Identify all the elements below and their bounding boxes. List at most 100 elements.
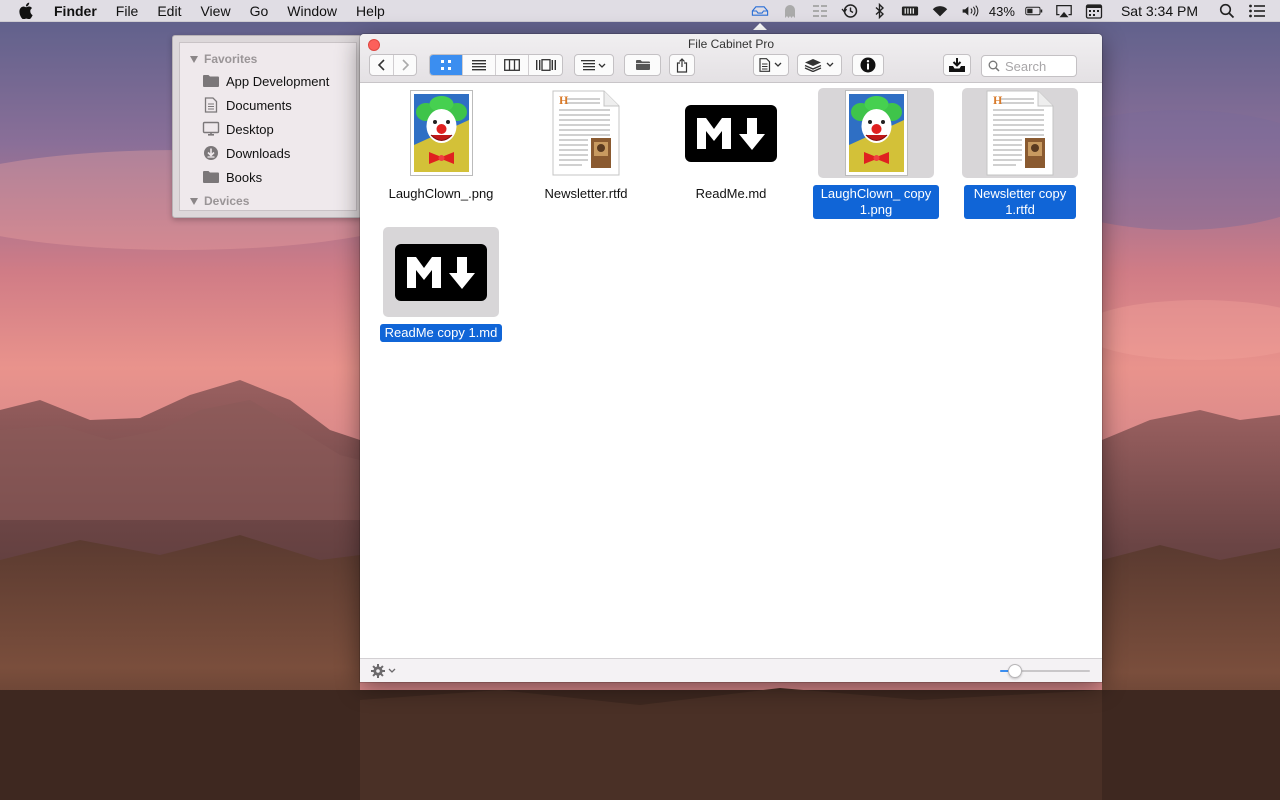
column-view-button[interactable]	[496, 55, 529, 75]
menu-go[interactable]: Go	[250, 0, 269, 22]
calendar-icon[interactable]	[1085, 3, 1103, 19]
menu-edit[interactable]: Edit	[157, 0, 181, 22]
gear-icon	[371, 664, 396, 678]
sidebar-section-title: Favorites	[204, 52, 258, 66]
layers-icon	[804, 59, 833, 72]
search-field[interactable]	[981, 55, 1077, 77]
cover-flow-icon	[535, 59, 556, 71]
list-icon[interactable]	[811, 3, 829, 19]
sidebar-item-documents[interactable]: Documents	[202, 94, 292, 116]
file-name-label: ReadMe.md	[695, 186, 767, 201]
rtfd-document-icon: H	[552, 90, 620, 179]
arrange-menu-button[interactable]	[574, 54, 614, 76]
disclosure-triangle-icon[interactable]	[190, 55, 198, 63]
sidebar-section-devices[interactable]: Devices	[190, 192, 249, 210]
file-name-label: LaughClown_.png	[388, 186, 494, 201]
list-view-button[interactable]	[463, 55, 496, 75]
info-icon	[860, 57, 876, 73]
layers-menu-button[interactable]	[797, 54, 842, 76]
new-folder-button[interactable]	[624, 54, 661, 76]
back-button[interactable]	[370, 55, 394, 75]
sidebar-item-label: App Development	[226, 73, 330, 89]
volume-icon[interactable]	[961, 3, 979, 19]
downloads-icon	[202, 145, 220, 161]
columns-icon	[504, 59, 520, 71]
share-icon	[676, 57, 688, 73]
battery-percentage: 43%	[988, 3, 1015, 19]
action-menu-button[interactable]	[370, 663, 398, 679]
menu-file[interactable]: File	[116, 0, 139, 22]
icon-view-button[interactable]	[430, 55, 463, 75]
window-status-bar	[360, 658, 1102, 682]
import-button[interactable]	[943, 54, 971, 76]
airplay-icon[interactable]	[1055, 3, 1073, 19]
chevron-right-icon	[402, 59, 410, 71]
spotlight-icon[interactable]	[1218, 3, 1236, 19]
memory-icon[interactable]	[901, 3, 919, 19]
file-icon-grid: LaughClown_.png H Newsletter.rtfd ReadMe…	[360, 84, 1102, 658]
sidebar-section-title: Devices	[204, 194, 250, 208]
window-title: File Cabinet Pro	[687, 37, 775, 51]
sidebar-item-desktop[interactable]: Desktop	[202, 118, 274, 140]
svg-text:H: H	[993, 93, 1003, 107]
battery-icon[interactable]	[1025, 3, 1043, 19]
menu-bar: Finder File Edit View Go Window Help 43%	[0, 0, 1280, 30]
menu-help[interactable]: Help	[356, 0, 385, 22]
sidebar-item-downloads[interactable]: Downloads	[202, 142, 290, 164]
menu-window[interactable]: Window	[287, 0, 337, 22]
file-name-label: LaughClown_ copy 1.png	[806, 185, 946, 219]
search-input[interactable]	[1005, 58, 1071, 74]
get-info-button[interactable]	[852, 54, 884, 76]
time-machine-icon[interactable]	[841, 3, 859, 19]
menu-clock[interactable]: Sat 3:34 PM	[1121, 3, 1198, 19]
sidebar-item-label: Desktop	[226, 121, 274, 137]
markdown-icon	[395, 244, 487, 304]
sidebar-section-favorites[interactable]: Favorites	[190, 50, 257, 68]
notification-center-icon[interactable]	[1248, 3, 1266, 19]
slider-knob[interactable]	[1008, 664, 1023, 678]
apple-menu-icon[interactable]	[18, 2, 36, 19]
clown-image-icon	[845, 90, 908, 179]
file-name-label: ReadMe copy 1.md	[371, 324, 511, 342]
file-name-label: Newsletter copy 1.rtfd	[950, 185, 1090, 219]
sidebar-item-app-development[interactable]: App Development	[202, 70, 329, 92]
folder-icon	[202, 169, 220, 185]
sidebar-item-label: Books	[226, 169, 263, 185]
forward-button[interactable]	[394, 55, 416, 75]
new-document-button[interactable]	[753, 54, 789, 76]
disclosure-triangle-icon[interactable]	[190, 197, 198, 205]
markdown-icon	[685, 105, 777, 165]
menu-app-finder[interactable]: Finder	[54, 0, 97, 22]
rtfd-document-icon: H	[986, 90, 1054, 179]
folder-icon	[635, 60, 650, 70]
arrange-icon	[581, 60, 606, 71]
bluetooth-icon[interactable]	[871, 3, 889, 19]
clown-image-icon	[410, 90, 473, 179]
document-icon	[202, 97, 220, 113]
status-area: 43% Sat 3:34 PM	[745, 0, 1280, 30]
file-name-label: Newsletter.rtfd	[544, 186, 628, 201]
list-view-icon	[472, 60, 486, 71]
icon-size-slider[interactable]	[1000, 664, 1090, 678]
view-mode-control	[429, 54, 563, 76]
sidebar-list: Favorites App Development Documents Desk…	[179, 42, 357, 211]
file-cabinet-window: File Cabinet Pro Search LaughClown_.png …	[360, 34, 1102, 682]
sidebar-item-label: Documents	[226, 97, 292, 113]
navigation-buttons	[369, 54, 417, 76]
ghost-icon[interactable]	[781, 3, 799, 19]
wifi-icon[interactable]	[931, 3, 949, 19]
grid-icon	[441, 60, 451, 70]
share-button[interactable]	[669, 54, 695, 76]
folder-icon	[202, 73, 220, 89]
search-icon	[988, 60, 1000, 72]
chevron-left-icon	[377, 59, 385, 71]
cover-flow-button[interactable]	[529, 55, 562, 75]
sidebar-item-books[interactable]: Books	[202, 166, 262, 188]
file-cabinet-icon[interactable]	[751, 3, 769, 30]
sidebar-item-label: Downloads	[226, 145, 291, 161]
menu-view[interactable]: View	[200, 0, 230, 22]
desktop-icon	[202, 121, 220, 137]
window-toolbar: File Cabinet Pro	[360, 34, 1102, 83]
document-icon	[759, 58, 782, 72]
tray-download-icon	[949, 58, 965, 72]
